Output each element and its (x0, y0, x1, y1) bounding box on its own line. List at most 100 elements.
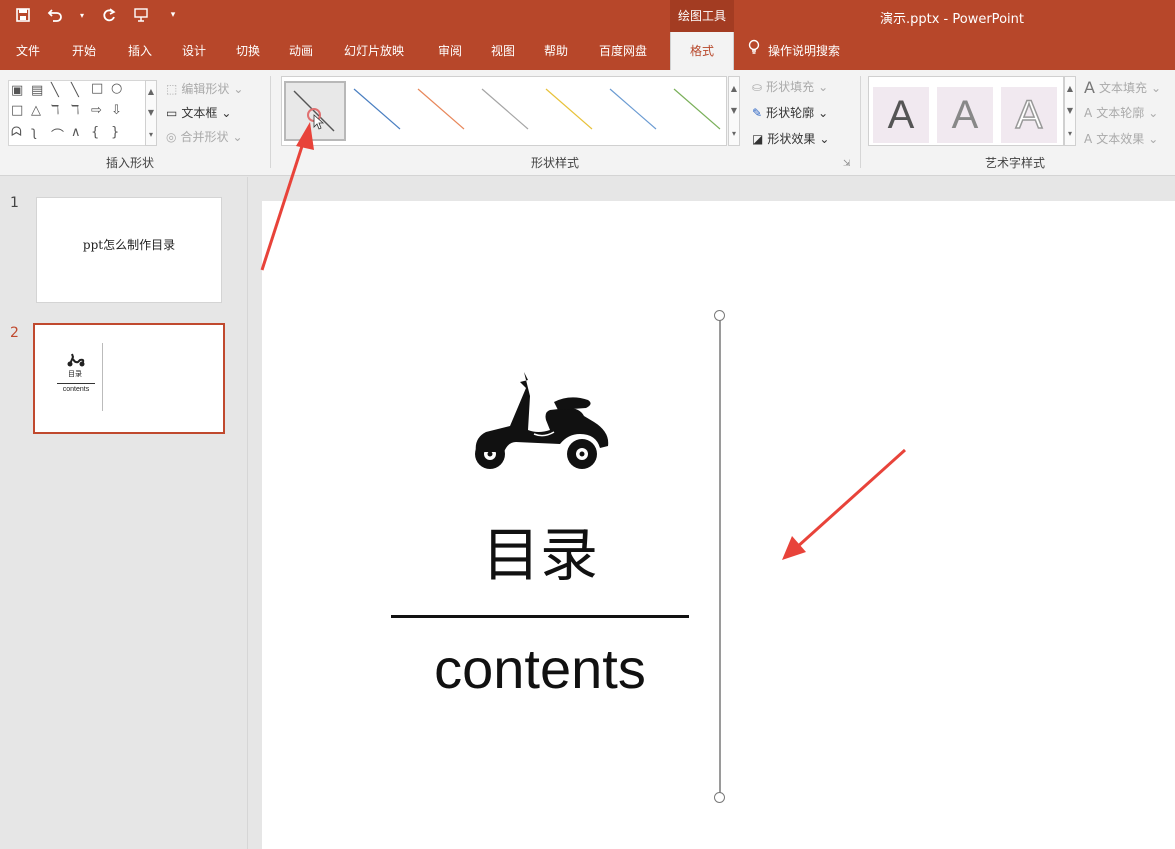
selected-vertical-line[interactable] (719, 316, 721, 798)
tab-view[interactable]: 视图 (479, 32, 527, 70)
chevron-down-icon[interactable]: ▼ (1067, 106, 1073, 115)
title-underline[interactable] (391, 615, 689, 618)
group-separator (270, 76, 271, 168)
tell-me-search[interactable]: 操作说明搜索 (748, 32, 840, 70)
text-fill-button[interactable]: A 文本填充 ⌄ (1084, 78, 1161, 97)
tab-home[interactable]: 开始 (60, 32, 108, 70)
chevron-down-icon: ⌄ (819, 131, 830, 146)
paint-bucket-icon: ⛀ (752, 79, 763, 94)
rectangle-shape-icon[interactable]: □ (91, 81, 103, 96)
thumbnail-title: ppt怎么制作目录 (82, 238, 176, 252)
chevron-down-icon: ⌄ (233, 81, 244, 96)
redo-icon[interactable] (100, 6, 118, 24)
slide-thumbnail-1[interactable]: ppt怎么制作目录 (36, 197, 222, 303)
undo-icon[interactable] (46, 6, 64, 24)
down-arrow-shape-icon[interactable]: ⇩ (111, 103, 122, 118)
chevron-up-icon[interactable]: ▲ (148, 87, 154, 96)
rectangle-2-shape-icon[interactable]: □ (11, 103, 23, 118)
slide-thumbnail-2[interactable]: 目录 contents (33, 323, 225, 434)
chevron-up-icon[interactable]: ▲ (1067, 84, 1073, 93)
quick-access-toolbar: ▾ ▾ (14, 6, 182, 24)
shape-outline-button[interactable]: ✎ 形状轮廓 ⌄ (752, 104, 828, 121)
chevron-down-icon[interactable]: ▼ (148, 108, 154, 117)
text-outline-label: 文本轮廓 (1096, 106, 1145, 120)
shape-styles-gallery[interactable] (281, 76, 727, 146)
more-icon[interactable]: ▾ (149, 130, 153, 139)
tab-animations[interactable]: 动画 (277, 32, 325, 70)
left-brace-shape-icon[interactable]: { (91, 125, 99, 140)
arrow-line-shape-icon[interactable]: ╲ (71, 83, 79, 98)
right-brace-shape-icon[interactable]: } (111, 125, 119, 140)
chevron-down-icon[interactable]: ▼ (731, 106, 737, 115)
shape-fill-button[interactable]: ⛀ 形状填充 ⌄ (752, 78, 828, 95)
wordart-scroll[interactable]: ▲ ▼ ▾ (1064, 76, 1076, 146)
textbox-shape-icon[interactable]: ▣ (11, 83, 23, 98)
shape-style-swatch[interactable] (476, 81, 538, 141)
line-end-handle[interactable] (714, 792, 725, 803)
curve-shape-icon[interactable]: ∧ (71, 125, 81, 140)
tab-format[interactable]: 格式 (670, 32, 734, 70)
tab-baidu-netdisk[interactable]: 百度网盘 (588, 32, 658, 70)
merge-shapes-button[interactable]: ◎ 合并形状 ⌄ (166, 128, 243, 145)
more-icon[interactable]: ▾ (732, 129, 736, 138)
right-arrow-shape-icon[interactable]: ⇨ (91, 103, 102, 118)
shape-style-swatch[interactable] (412, 81, 474, 141)
scooter-icon (67, 353, 85, 367)
slide-subtitle[interactable]: contents (390, 636, 690, 701)
text-effects-button[interactable]: A 文本效果 ⌄ (1084, 130, 1158, 147)
line-shape-icon[interactable]: ╲ (51, 83, 59, 98)
line-start-handle[interactable] (714, 310, 725, 321)
scribble-shape-icon[interactable]: ʅ (31, 125, 37, 140)
shapes-gallery[interactable]: ▣ ▤ ╲ ╲ □ ○ □ △ ℸ ℸ ⇨ ⇩ ᗣ ʅ ⌒ ∧ { } (8, 80, 148, 146)
merge-shapes-label: 合并形状 (180, 130, 229, 144)
freeform-shape-icon[interactable]: ᗣ (11, 125, 22, 140)
more-icon[interactable]: ▾ (1068, 129, 1072, 138)
text-outline-button[interactable]: A 文本轮廓 ⌄ (1084, 104, 1158, 121)
shape-style-swatch[interactable] (604, 81, 666, 141)
tab-help[interactable]: 帮助 (532, 32, 580, 70)
shape-styles-group-label: 形状样式 (530, 156, 579, 170)
elbow-connector-icon[interactable]: ℸ (51, 103, 59, 118)
edit-shape-label: 编辑形状 (181, 82, 230, 96)
context-tab-group-label: 绘图工具 (670, 0, 734, 32)
ribbon-tabs: 文件 开始 插入 设计 切换 动画 幻灯片放映 审阅 视图 帮助 百度网盘 格式… (0, 32, 1175, 70)
edit-shape-button[interactable]: ⬚ 编辑形状 ⌄ (166, 80, 243, 97)
chevron-up-icon[interactable]: ▲ (731, 84, 737, 93)
wordart-styles-gallery[interactable]: A A A (868, 76, 1064, 146)
text-box-button[interactable]: ▭ 文本框 ⌄ (166, 104, 231, 121)
vertical-textbox-shape-icon[interactable]: ▤ (31, 83, 43, 98)
chevron-down-icon[interactable]: ▾ (78, 6, 86, 24)
shape-style-swatch[interactable] (540, 81, 602, 141)
tab-insert[interactable]: 插入 (116, 32, 164, 70)
shape-effects-button[interactable]: ◪ 形状效果 ⌄ (752, 130, 829, 147)
wordart-style-outline[interactable]: A (1001, 87, 1057, 143)
wordart-style-gray[interactable]: A (937, 87, 993, 143)
shape-style-swatch[interactable] (668, 81, 730, 141)
wordart-style-plain[interactable]: A (873, 87, 929, 143)
tab-file[interactable]: 文件 (4, 32, 52, 70)
oval-shape-icon[interactable]: ○ (111, 81, 122, 96)
text-effects-label: 文本效果 (1096, 132, 1145, 146)
scooter-icon (475, 372, 609, 469)
customize-icon[interactable]: ▾ (164, 6, 182, 24)
arc-shape-icon[interactable]: ⌒ (51, 125, 64, 144)
present-icon[interactable] (132, 6, 150, 24)
dialog-launcher-icon[interactable]: ⇲ (843, 159, 851, 169)
elbow-arrow-icon[interactable]: ℸ (71, 103, 79, 118)
shape-style-swatch[interactable] (284, 81, 346, 141)
chevron-down-icon: ⌄ (818, 79, 829, 94)
save-icon[interactable] (14, 6, 32, 24)
tab-review[interactable]: 审阅 (426, 32, 474, 70)
shape-styles-scroll[interactable]: ▲ ▼ ▾ (728, 76, 740, 146)
tab-design[interactable]: 设计 (170, 32, 218, 70)
tab-transitions[interactable]: 切换 (224, 32, 272, 70)
wordart-styles-group-label: 艺术字样式 (984, 156, 1045, 170)
shapes-gallery-scroll[interactable]: ▲ ▼ ▾ (145, 80, 157, 146)
slide-title[interactable]: 目录 (390, 508, 690, 592)
chevron-down-icon: ⌄ (1150, 80, 1162, 95)
tab-slideshow[interactable]: 幻灯片放映 (334, 32, 414, 70)
shape-style-swatch[interactable] (348, 81, 410, 141)
ribbon-format: ▣ ▤ ╲ ╲ □ ○ □ △ ℸ ℸ ⇨ ⇩ ᗣ ʅ ⌒ ∧ { } ▲ ▼ … (0, 70, 1175, 176)
slide-thumbnail-pane: 1 ppt怎么制作目录 2 目录 contents (0, 177, 248, 849)
triangle-shape-icon[interactable]: △ (31, 103, 41, 118)
